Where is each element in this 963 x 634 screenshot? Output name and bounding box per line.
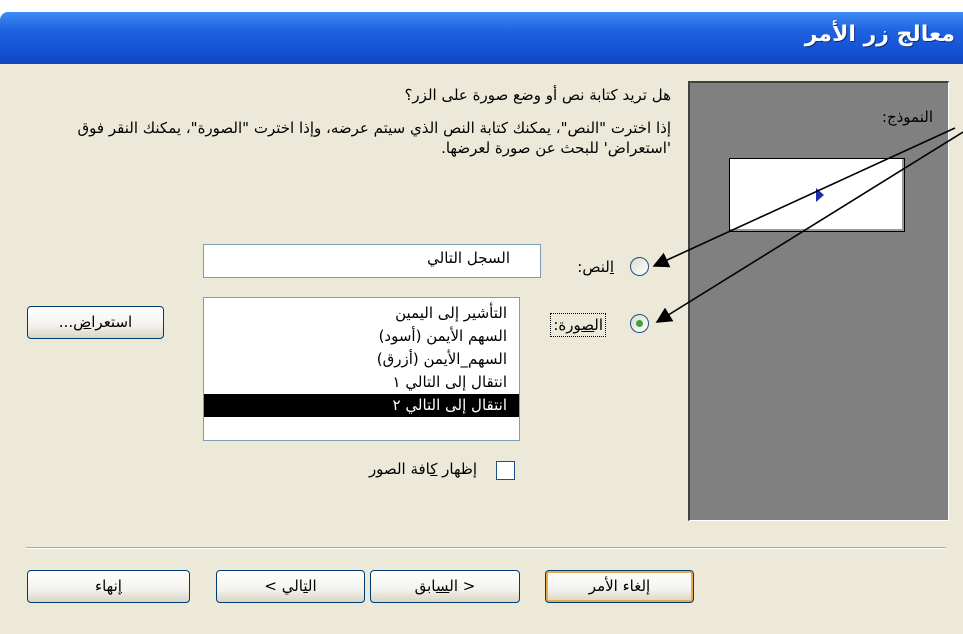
picture-radio-label[interactable]: الصورة: xyxy=(550,313,606,337)
text-radio[interactable] xyxy=(630,257,649,276)
next-button[interactable]: التالي > xyxy=(216,570,365,603)
list-item[interactable]: السهم_الأيمن (أزرق) xyxy=(204,348,519,371)
footer-separator xyxy=(26,547,946,549)
sample-label: النموذج: xyxy=(881,108,933,126)
list-item[interactable]: التأشير إلى اليمين xyxy=(204,302,519,325)
finish-button[interactable]: إنهاء xyxy=(27,570,190,603)
right-arrow-icon xyxy=(816,188,824,202)
radio-selected-dot xyxy=(636,320,643,327)
show-all-pictures-checkbox[interactable] xyxy=(496,461,515,480)
picture-list[interactable]: التأشير إلى اليمين السهم الأيمن (أسود) ا… xyxy=(203,297,520,441)
browse-button[interactable]: استعراض... xyxy=(27,306,164,339)
back-button[interactable]: < السابق xyxy=(370,570,520,603)
show-all-pictures-label[interactable]: إظهار كافة الصور xyxy=(369,460,477,478)
text-radio-label[interactable]: النص: xyxy=(577,258,614,276)
description-text: إذا اخترت "النص"، يمكنك كتابة النص الذي … xyxy=(77,119,671,157)
sample-button-preview xyxy=(729,158,905,232)
sample-panel xyxy=(688,81,949,521)
cancel-button[interactable]: إلغاء الأمر xyxy=(545,570,694,603)
picture-radio[interactable] xyxy=(630,314,649,333)
list-item[interactable]: السهم الأيمن (أسود) xyxy=(204,325,519,348)
title-bar: معالج زر الأمر xyxy=(0,12,963,64)
list-item[interactable]: انتقال إلى التالي ١ xyxy=(204,371,519,394)
list-item-selected[interactable]: انتقال إلى التالي ٢ xyxy=(204,394,519,417)
question-text: هل تريد كتابة نص أو وضع صورة على الزر؟ xyxy=(404,86,671,104)
window-title: معالج زر الأمر xyxy=(804,22,955,47)
button-text-input[interactable]: السجل التالي xyxy=(203,244,541,278)
